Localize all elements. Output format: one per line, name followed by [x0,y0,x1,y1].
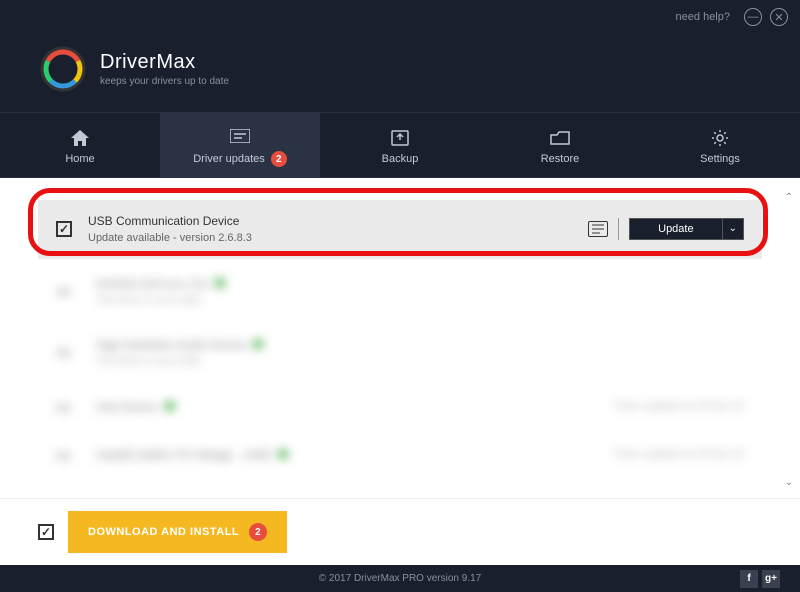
scroll-down-icon[interactable]: ⌄ [782,477,796,488]
status-dot [278,449,288,459]
driver-row-blurred: ▭ High Definition Audio DeviceThis drive… [38,324,762,381]
nav-label: Driver updates [193,153,265,165]
logo-icon [40,46,86,92]
driver-row-blurred: ▭ Intel(R) 82801 PCI Bridge - 244E Drive… [38,433,762,477]
restore-icon [550,129,570,147]
update-dropdown[interactable]: ⌄ [723,218,744,240]
download-badge: 2 [249,523,267,541]
status-dot [253,339,263,349]
brand-name: DriverMax [100,51,229,74]
scroll-up-icon[interactable]: ⌃ [782,192,796,203]
nav-label: Settings [700,153,740,165]
updates-icon [230,127,250,145]
nav-settings[interactable]: Settings [640,113,800,177]
download-install-button[interactable]: DOWNLOAD AND INSTALL 2 [68,511,287,553]
content-area: USB Communication Device Update availabl… [0,178,800,498]
driver-row-usb[interactable]: USB Communication Device Update availabl… [38,200,762,259]
home-icon [70,129,90,147]
copyright: © 2017 DriverMax PRO version 9.17 [319,573,481,584]
chip-icon: ▭ [56,445,80,465]
backup-icon [390,129,410,147]
status-dot [165,401,175,411]
audio-icon: ▭ [56,342,80,362]
driver-row-blurred: ▭ NVIDIA GeForce 210This driver is up-to… [38,263,762,320]
googleplus-button[interactable]: g+ [762,570,780,588]
nav-home[interactable]: Home [0,113,160,177]
nav-driver-updates[interactable]: Driver updates 2 [160,113,320,177]
device-subtitle: Update available - version 2.6.8.3 [88,230,572,247]
minimize-button[interactable]: — [744,8,762,26]
app-header: DriverMax keeps your drivers up to date [0,34,800,112]
nav-label: Backup [382,153,419,165]
scrollbar[interactable]: ⌃ ⌄ [782,192,796,488]
checkbox[interactable] [56,221,72,237]
close-button[interactable]: ✕ [770,8,788,26]
download-label: DOWNLOAD AND INSTALL [88,526,239,538]
gear-icon [710,129,730,147]
help-link[interactable]: need help? [676,11,730,23]
details-icon[interactable] [588,221,608,237]
main-nav: Home Driver updates 2 Backup Restore Set… [0,112,800,178]
update-button[interactable]: Update [629,218,722,240]
updates-badge: 2 [271,151,287,167]
monitor-icon: ▭ [56,281,80,301]
status-dot [215,278,225,288]
nav-label: Home [65,153,94,165]
device-title: USB Communication Device [88,212,572,230]
nav-backup[interactable]: Backup [320,113,480,177]
select-all-checkbox[interactable] [38,524,54,540]
divider [618,218,619,240]
bottom-bar: DOWNLOAD AND INSTALL 2 [0,498,800,565]
chip-icon: ▭ [56,397,80,417]
brand-tagline: keeps your drivers up to date [100,76,229,87]
footer: © 2017 DriverMax PRO version 9.17 f g+ [0,565,800,592]
driver-row-blurred: ▭ Intel Device Driver updated on 03-Nov-… [38,385,762,429]
nav-restore[interactable]: Restore [480,113,640,177]
facebook-button[interactable]: f [740,570,758,588]
nav-label: Restore [541,153,580,165]
